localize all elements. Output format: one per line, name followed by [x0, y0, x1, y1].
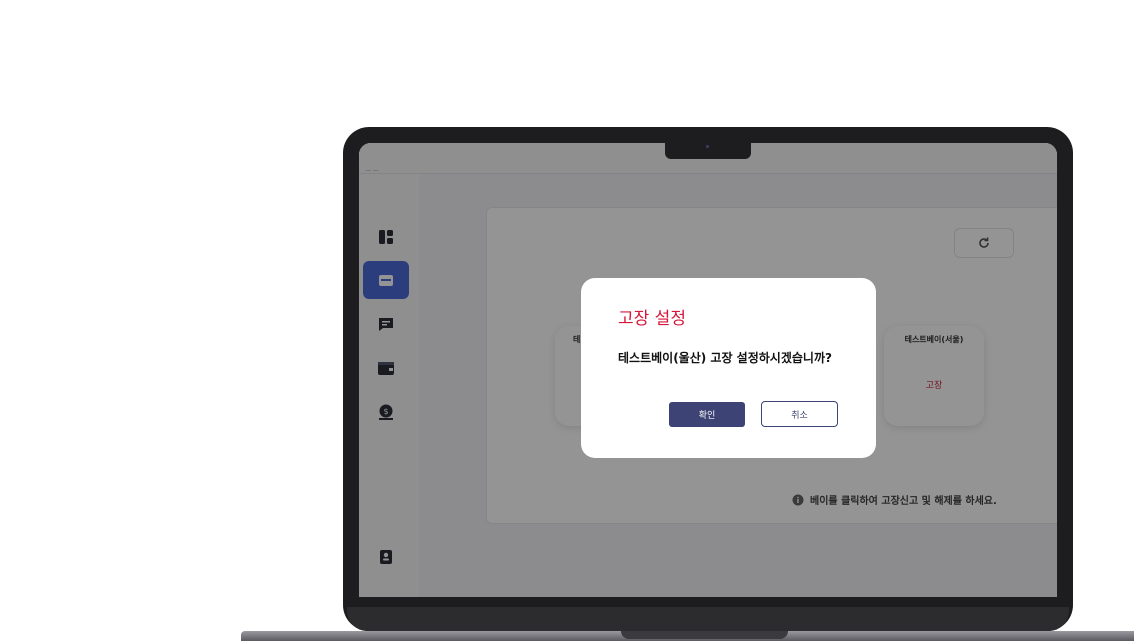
laptop-base-groove	[621, 631, 788, 639]
laptop-chin	[347, 607, 1069, 631]
confirm-button[interactable]: 확인	[669, 402, 745, 427]
cancel-button[interactable]: 취소	[761, 401, 838, 427]
dialog-title: 고장 설정	[618, 309, 686, 329]
camera-icon	[706, 145, 709, 148]
malfunction-confirm-dialog: 고장 설정 테스트베이(울산) 고장 설정하시겠습니까? 확인 취소	[581, 278, 876, 458]
dialog-message: 테스트베이(울산) 고장 설정하시겠습니까?	[618, 351, 832, 365]
